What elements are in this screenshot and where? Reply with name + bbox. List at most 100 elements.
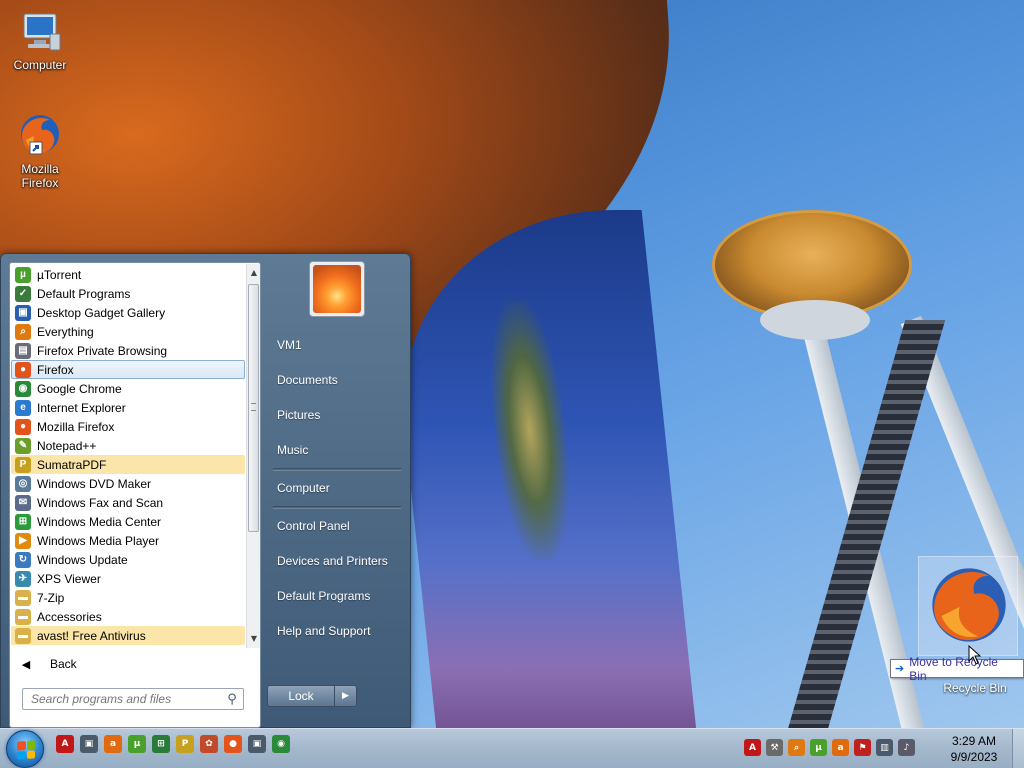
program-item[interactable]: ◉ Google Chrome xyxy=(11,379,245,398)
start-menu-right-pane: VM1 Documents Pictures Music Computer Co… xyxy=(267,328,407,649)
search-box[interactable]: ⚲ xyxy=(22,688,244,710)
internet-explorer-icon: e xyxy=(15,399,31,416)
program-item[interactable]: ↻ Windows Update xyxy=(11,550,245,569)
program-item[interactable]: ▬ 7-Zip xyxy=(11,588,245,607)
volume-muted-icon[interactable]: ♪ xyxy=(898,739,915,756)
back-arrow-icon: ◀ xyxy=(21,658,31,671)
action-center-icon[interactable]: ⚑ xyxy=(854,739,871,756)
program-label: µTorrent xyxy=(37,267,82,282)
folder-icon: ▬ xyxy=(15,627,31,644)
scroll-up-icon[interactable]: ▲ xyxy=(247,266,261,280)
program-item[interactable]: ▣ Desktop Gadget Gallery xyxy=(11,303,245,322)
program-label: Firefox Private Browsing xyxy=(37,343,168,358)
firefox-icon: ● xyxy=(15,418,31,435)
scroll-down-icon[interactable]: ▼ xyxy=(247,632,261,646)
start-item-default-programs[interactable]: Default Programs xyxy=(267,579,407,614)
program-item[interactable]: ✉ Windows Fax and Scan xyxy=(11,493,245,512)
scroll-grip-icon xyxy=(251,403,256,411)
program-item[interactable]: ▬ Accessories xyxy=(11,607,245,626)
program-label: Internet Explorer xyxy=(37,400,126,415)
network-icon[interactable]: ▥ xyxy=(876,739,893,756)
program-item[interactable]: µ µTorrent xyxy=(11,265,245,284)
all-programs-list: µ µTorrent ✓ Default Programs ▣ Desktop Gadge… xyxy=(11,264,245,648)
utorrent-tray-icon[interactable]: µ xyxy=(810,739,827,756)
program-item[interactable]: ▬ avast! Free Antivirus xyxy=(11,626,245,645)
avast-icon[interactable]: a xyxy=(104,735,122,753)
shutdown-options-arrow-icon[interactable]: ▶ xyxy=(335,685,357,707)
search-icon[interactable]: ⚲ xyxy=(221,692,243,707)
media-center-icon: ⊞ xyxy=(15,513,31,530)
drop-tooltip-text: Move to Recycle Bin xyxy=(909,654,998,683)
program-label: Notepad++ xyxy=(37,438,97,453)
program-item[interactable]: ● Mozilla Firefox xyxy=(11,417,245,436)
scrollbar-thumb[interactable] xyxy=(248,284,259,532)
tools-tray-icon[interactable]: ⚒ xyxy=(766,739,783,756)
arrow-right-icon: ➔ xyxy=(895,663,905,675)
start-item-devices-printers[interactable]: Devices and Printers xyxy=(267,544,407,579)
firefox-icon[interactable]: ● xyxy=(224,735,242,753)
program-item[interactable]: ✎ Notepad++ xyxy=(11,436,245,455)
lock-button[interactable]: Lock xyxy=(267,685,335,707)
start-item-music[interactable]: Music xyxy=(267,433,407,468)
fax-scan-icon: ✉ xyxy=(15,494,31,511)
windows-logo-icon xyxy=(17,740,35,760)
window-icon[interactable]: ▣ xyxy=(248,735,266,753)
paint-icon[interactable]: ✿ xyxy=(200,735,218,753)
firefox-icon xyxy=(21,115,59,155)
desktop-icon-firefox[interactable]: Mozilla Firefox xyxy=(2,112,78,190)
utorrent-icon: µ xyxy=(15,266,31,283)
start-item-help-support[interactable]: Help and Support xyxy=(267,614,407,649)
media-player-icon: ▶ xyxy=(15,532,31,549)
start-button[interactable] xyxy=(6,730,44,768)
default-programs-icon: ✓ xyxy=(15,285,31,302)
everything-search-icon: ⌕ xyxy=(15,323,31,340)
program-item[interactable]: ✈ XPS Viewer xyxy=(11,569,245,588)
program-item[interactable]: ▶ Windows Media Player xyxy=(11,531,245,550)
program-item[interactable]: e Internet Explorer xyxy=(11,398,245,417)
start-item-pictures[interactable]: Pictures xyxy=(267,398,407,433)
program-item[interactable]: ● Firefox xyxy=(11,360,245,379)
program-item[interactable]: ✓ Default Programs xyxy=(11,284,245,303)
program-label: Windows Fax and Scan xyxy=(37,495,164,510)
acrobat-tray-icon[interactable]: A xyxy=(744,739,761,756)
program-label: 7-Zip xyxy=(37,590,65,605)
desktop-icon-label: Mozilla Firefox xyxy=(21,162,59,190)
start-item-computer[interactable]: Computer xyxy=(267,471,407,506)
program-item[interactable]: ◎ Windows DVD Maker xyxy=(11,474,245,493)
system-tray: A ⚒ ⌕ µ a ⚑ ▥ ♪ xyxy=(744,739,915,756)
user-picture[interactable] xyxy=(309,261,365,317)
start-item-control-panel[interactable]: Control Panel xyxy=(267,509,407,544)
notepadpp-icon: ✎ xyxy=(15,437,31,454)
window-icon[interactable]: ▣ xyxy=(80,735,98,753)
utorrent-icon[interactable]: µ xyxy=(128,735,146,753)
program-item[interactable]: P SumatraPDF xyxy=(11,455,245,474)
everything-tray-icon[interactable]: ⌕ xyxy=(788,739,805,756)
start-menu: µ µTorrent ✓ Default Programs ▣ Desktop Gadge… xyxy=(0,253,411,728)
program-label: avast! Free Antivirus xyxy=(37,628,146,643)
folder-icon: ▬ xyxy=(15,608,31,625)
desktop-icon-computer[interactable]: Computer xyxy=(2,8,78,72)
chrome-icon: ◉ xyxy=(15,380,31,397)
back-button[interactable]: ◀ Back xyxy=(11,653,259,675)
program-label: Everything xyxy=(37,324,94,339)
recycle-bin-label[interactable]: Recycle Bin xyxy=(937,681,1013,699)
show-desktop-button[interactable] xyxy=(1012,729,1024,768)
program-list-scrollbar[interactable]: ▲ ▼ xyxy=(246,264,260,648)
wallpaper-needle-cap xyxy=(760,300,870,340)
clock[interactable]: 3:29 AM 9/9/2023 xyxy=(942,733,1006,765)
start-item-documents[interactable]: Documents xyxy=(267,363,407,398)
clock-time: 3:29 AM xyxy=(951,734,997,748)
program-item[interactable]: ⊞ Windows Media Center xyxy=(11,512,245,531)
program-item[interactable]: ▤ Firefox Private Browsing xyxy=(11,341,245,360)
pinned-apps: A ▣ a µ ⊞ P ✿ ● ▣ ◉ xyxy=(56,735,290,753)
media-center-icon[interactable]: ⊞ xyxy=(152,735,170,753)
acrobat-icon[interactable]: A xyxy=(56,735,74,753)
search-input[interactable] xyxy=(31,692,221,706)
program-item[interactable]: ⌕ Everything xyxy=(11,322,245,341)
sumatrapdf-icon[interactable]: P xyxy=(176,735,194,753)
desktop-icon-label: Computer xyxy=(13,58,67,72)
program-label: Accessories xyxy=(37,609,102,624)
avast-tray-icon[interactable]: a xyxy=(832,739,849,756)
start-item-user[interactable]: VM1 xyxy=(267,328,407,363)
chrome-icon[interactable]: ◉ xyxy=(272,735,290,753)
